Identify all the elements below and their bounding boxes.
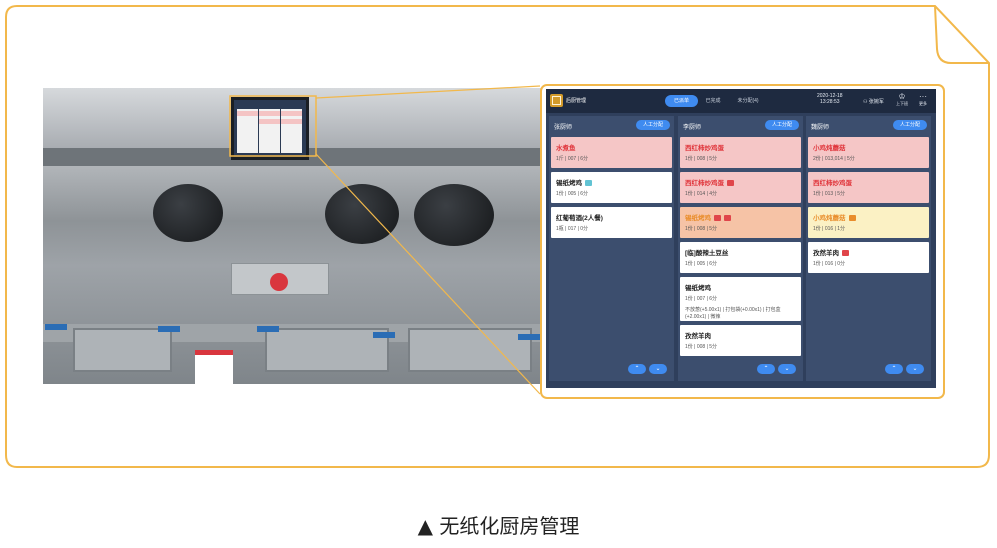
page-down-button[interactable]: ⌄ — [778, 364, 796, 374]
order-meta: 1份 | 005 | 6分 — [685, 261, 718, 267]
order-card[interactable]: 小鸡炖蘑菇 2份 | 013,014 | 5分 — [808, 137, 929, 168]
order-card[interactable]: 锡纸烤鸡 1份 | 008 | 5分 — [680, 207, 801, 238]
chef-column: 魏厨师 人工分配小鸡炖蘑菇 2份 | 013,014 | 5分 西红柿炒鸡蛋 1份 | … — [806, 116, 931, 381]
app-topbar: 后厨管理 已派单 已完成 未分配(4) 2020-12-18 13:28:53 … — [546, 89, 936, 113]
order-card[interactable]: 西红柿炒鸡蛋 1份 | 014 | 4分 — [680, 172, 801, 203]
order-tag-icon — [848, 215, 856, 222]
dish-name: 小鸡炖蘑菇 — [813, 215, 846, 222]
dish-name: 西红柿炒鸡蛋 — [685, 180, 724, 187]
chef-column-header: 李厨师 人工分配 — [678, 116, 803, 133]
tab-completed[interactable]: 已完成 — [700, 95, 726, 107]
dish-name-row: 西红柿炒鸡蛋 — [685, 142, 724, 152]
kitchen-display-app: 后厨管理 已派单 已完成 未分配(4) 2020-12-18 13:28:53 … — [546, 89, 936, 388]
dish-name: 锡纸烤鸡 — [685, 215, 711, 222]
user-name: 张婉军 — [868, 99, 884, 105]
chef-name: 魏厨师 — [811, 125, 830, 131]
order-meta: 1份 | 014 | 4分 — [685, 191, 718, 197]
dish-name: 小鸡炖蘑菇 — [813, 145, 846, 152]
manual-assign-button[interactable]: 人工分配 — [636, 120, 670, 130]
dish-name: 水煮鱼 — [556, 145, 576, 152]
dish-name-row: 红葡萄酒(2人餐) — [556, 212, 603, 222]
order-meta: 2份 | 013,014 | 5分 — [813, 156, 855, 162]
pager: ⌃ ⌄ — [885, 364, 925, 374]
order-tag-icon — [585, 180, 592, 187]
chef-hat-icon: ♔ — [898, 92, 906, 101]
order-meta: 1瓶 | 017 | 0分 — [556, 226, 589, 232]
app-title: 后厨管理 — [566, 98, 587, 104]
app-logo-icon — [550, 94, 563, 107]
chef-column: 张厨师 人工分配水煮鱼 1斤 | 007 | 6分 锡纸烤鸡 1份 | 005 | 6分… — [549, 116, 674, 381]
order-card[interactable]: 西红柿炒鸡蛋 1份 | 013 | 5分 — [808, 172, 929, 203]
dish-name: 西红柿炒鸡蛋 — [813, 180, 852, 187]
more-icon: ··· — [919, 92, 927, 101]
dish-name-row: 锡纸烤鸡 — [556, 177, 592, 187]
chef-name: 李厨师 — [683, 125, 702, 131]
order-card[interactable]: 孜然羊肉 1份 | 008 | 5分 — [680, 325, 801, 356]
pager: ⌃ ⌄ — [757, 364, 797, 374]
dish-name-row: 锡纸烤鸡 — [685, 282, 711, 292]
tab-unassigned[interactable]: 未分配(4) — [730, 95, 766, 107]
dish-name-row: 西红柿炒鸡蛋 — [813, 177, 852, 187]
dish-name-row: 小鸡炖蘑菇 — [813, 142, 846, 152]
current-user: ⚇ 张婉军 — [863, 98, 884, 105]
order-tag-icon — [727, 180, 734, 187]
order-meta: 1份 | 005 | 6分 — [556, 191, 589, 197]
page-up-button[interactable]: ⌃ — [885, 364, 903, 374]
chef-column-header: 张厨师 人工分配 — [549, 116, 674, 133]
dish-name: 锡纸烤鸡 — [685, 285, 711, 292]
dish-name: 西红柿炒鸡蛋 — [685, 145, 724, 152]
datetime: 2020-12-18 13:28:53 — [817, 93, 843, 105]
dish-name-row: 小鸡炖蘑菇 — [813, 212, 856, 222]
dish-name-row: [临]酸辣土豆丝 — [685, 247, 728, 257]
dish-name: 孜然羊肉 — [685, 333, 711, 340]
order-meta: 1份 | 008 | 5分 — [685, 156, 718, 162]
shift-button[interactable]: ♔ 上下班 — [896, 92, 908, 107]
dish-name-row: 水煮鱼 — [556, 142, 576, 152]
order-note: 不放葱(+5.00x1) | 打包袋(+0.00x1) | 打包盒(+2.00x… — [685, 307, 781, 320]
page-up-button[interactable]: ⌃ — [628, 364, 646, 374]
chef-column-header: 魏厨师 人工分配 — [806, 116, 931, 133]
tab-dispatched[interactable]: 已派单 — [665, 95, 698, 107]
order-card[interactable]: 小鸡炖蘑菇 1份 | 016 | 1分 — [808, 207, 929, 238]
order-card[interactable]: 西红柿炒鸡蛋 1份 | 008 | 5分 — [680, 137, 801, 168]
chef-name: 张厨师 — [554, 125, 573, 131]
dish-name: 红葡萄酒(2人餐) — [556, 215, 603, 222]
dish-name: 锡纸烤鸡 — [556, 180, 582, 187]
order-card[interactable]: [临]酸辣土豆丝 1份 | 005 | 6分 — [680, 242, 801, 273]
manual-assign-button[interactable]: 人工分配 — [893, 120, 927, 130]
order-meta: 1份 | 013 | 5分 — [813, 191, 846, 197]
more-button[interactable]: ··· 更多 — [919, 92, 927, 107]
person-icon: ⚇ — [863, 99, 868, 105]
page-down-button[interactable]: ⌄ — [649, 364, 667, 374]
order-card[interactable]: 锡纸烤鸡 1份 | 007 | 6分不放葱(+5.00x1) | 打包袋(+0.0… — [680, 277, 801, 321]
time-text: 13:28:53 — [820, 99, 840, 105]
order-card[interactable]: 孜然羊肉 1份 | 016 | 0分 — [808, 242, 929, 273]
chef-column: 李厨师 人工分配 西红柿炒鸡蛋 1份 | 008 | 5分 西红柿炒鸡蛋 1份 | 014… — [678, 116, 803, 381]
dish-name: [临]酸辣土豆丝 — [685, 250, 729, 257]
order-meta: 1份 | 016 | 1分 — [813, 226, 846, 232]
manual-assign-button[interactable]: 人工分配 — [765, 120, 799, 130]
order-meta: 1斤 | 007 | 6分 — [556, 156, 589, 162]
dish-name-row: 孜然羊肉 — [685, 330, 711, 340]
order-card[interactable]: 水煮鱼 1斤 | 007 | 6分 — [551, 137, 672, 168]
dish-name-row: 西红柿炒鸡蛋 — [685, 177, 734, 187]
order-tag-icon — [714, 215, 721, 222]
order-meta: 1份 | 008 | 5分 — [685, 344, 718, 350]
order-tag-icon — [842, 250, 849, 257]
dish-name: 孜然羊肉 — [813, 250, 839, 257]
dish-name-row: 锡纸烤鸡 — [685, 212, 731, 222]
page-up-button[interactable]: ⌃ — [757, 364, 775, 374]
order-tag-icon — [724, 215, 731, 222]
order-meta: 1份 | 016 | 0分 — [813, 261, 846, 267]
pager: ⌃ ⌄ — [628, 364, 668, 374]
shift-label: 上下班 — [896, 101, 908, 106]
page-down-button[interactable]: ⌄ — [906, 364, 924, 374]
more-label: 更多 — [919, 101, 927, 106]
order-card[interactable]: 锡纸烤鸡 1份 | 005 | 6分 — [551, 172, 672, 203]
order-meta: 1份 | 007 | 6分 — [685, 296, 718, 302]
figure-caption: ▲ 无纸化厨房管理 — [417, 514, 580, 538]
dish-name-row: 孜然羊肉 — [813, 247, 849, 257]
order-card[interactable]: 红葡萄酒(2人餐) 1瓶 | 017 | 0分 — [551, 207, 672, 238]
order-meta: 1份 | 008 | 5分 — [685, 226, 718, 232]
